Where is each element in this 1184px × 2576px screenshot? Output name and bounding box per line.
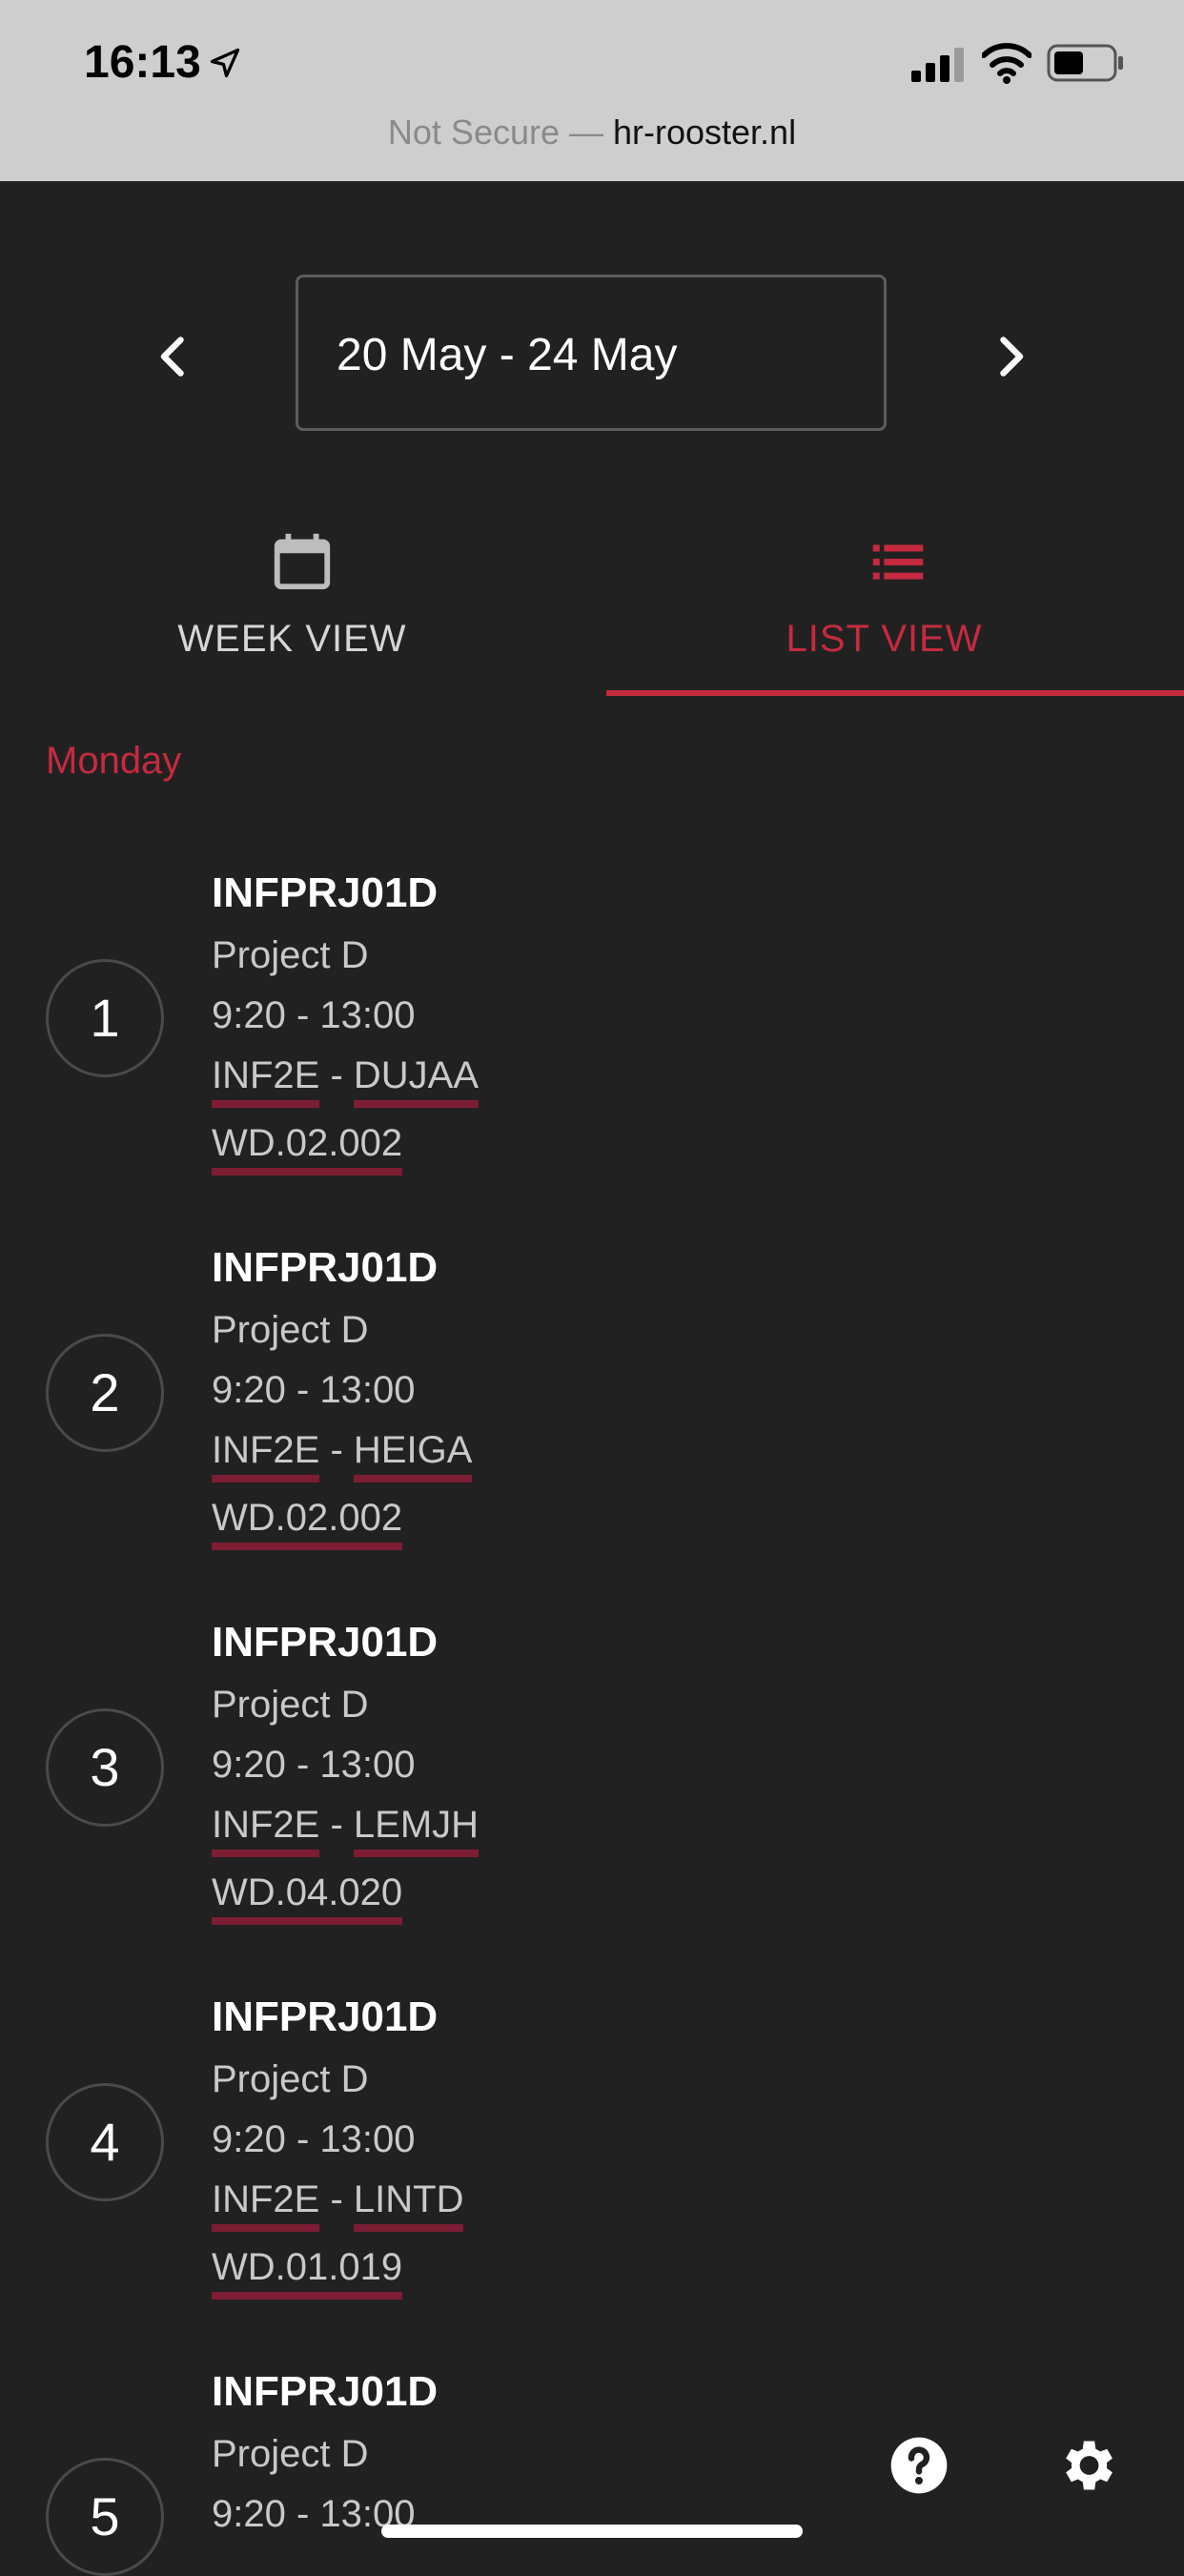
url-security-label: Not Secure — (387, 112, 613, 152)
lesson-groups: INF2E - LINTD (212, 2178, 464, 2232)
list-item: 3 INFPRJ01D Project D 9:20 - 13:00 INF2E… (0, 1619, 1184, 1993)
lesson-groups: INF2E - LEMJH (212, 1804, 480, 1857)
location-arrow-icon (210, 48, 240, 78)
url-host: hr-rooster.nl (613, 112, 797, 152)
group-separator: - (319, 1429, 354, 1471)
lesson-title: Project D (212, 2433, 369, 2475)
list-item: 4 INFPRJ01D Project D 9:20 - 13:00 INF2E… (0, 1993, 1184, 2367)
date-range-field[interactable]: 20 May - 24 May (296, 275, 887, 431)
tab-week-view[interactable]: WEEK VIEW (0, 515, 592, 698)
room-link[interactable]: WD.04.020 (212, 1871, 403, 1925)
teacher-link[interactable]: DUJAA (353, 1054, 480, 1108)
chevron-right-icon[interactable] (982, 328, 1039, 385)
lesson-title: Project D (212, 2058, 369, 2100)
class-link[interactable]: INF2E (212, 2178, 320, 2232)
lesson-code: INFPRJ01D (212, 1244, 439, 1291)
lesson-time: 9:20 - 13:00 (212, 1744, 416, 1786)
battery-icon (1047, 44, 1123, 82)
signal-icon (911, 48, 964, 82)
room-link[interactable]: WD.01.019 (212, 2246, 403, 2300)
tab-list-label: LIST VIEW (786, 618, 983, 660)
help-icon[interactable] (888, 2435, 949, 2496)
lesson-number-badge: 4 (46, 2083, 164, 2201)
list-icon (872, 544, 924, 580)
lesson-time: 9:20 - 13:00 (212, 1369, 416, 1411)
class-link[interactable]: INF2E (212, 1054, 320, 1108)
gear-icon[interactable] (1054, 2433, 1119, 2498)
date-navigation: 20 May - 24 May (0, 275, 1184, 437)
wifi-icon (982, 43, 1031, 84)
room-link[interactable]: WD.02.002 (212, 1497, 403, 1550)
calendar-icon (274, 533, 331, 590)
group-separator: - (319, 1804, 354, 1846)
status-bar: 16:13 Not Secure — hr-rooster.nl (0, 0, 1184, 181)
status-time: 16:13 (84, 37, 201, 88)
class-link[interactable]: INF2E (212, 1804, 320, 1857)
lesson-number-badge: 3 (46, 1708, 164, 1827)
lesson-room: WD.02.002 (212, 1497, 403, 1550)
lesson-room: WD.04.020 (212, 1871, 403, 1925)
lesson-number-badge: 5 (46, 2458, 164, 2576)
lesson-number-badge: 2 (46, 1334, 164, 1452)
lesson-code: INFPRJ01D (212, 2368, 439, 2415)
class-link[interactable]: INF2E (212, 1429, 320, 1482)
lesson-code: INFPRJ01D (212, 1993, 439, 2040)
view-tabs: WEEK VIEW LIST VIEW (0, 515, 1184, 698)
teacher-link[interactable]: LINTD (353, 2178, 464, 2232)
lesson-code: INFPRJ01D (212, 1619, 439, 1666)
list-item: 1 INFPRJ01D Project D 9:20 - 13:00 INF2E… (0, 869, 1184, 1243)
lesson-title: Project D (212, 1684, 369, 1726)
lesson-groups: INF2E - DUJAA (212, 1054, 480, 1108)
lesson-number-badge: 1 (46, 959, 164, 1077)
lesson-time: 9:20 - 13:00 (212, 2118, 416, 2160)
lesson-room: WD.02.002 (212, 1122, 403, 1176)
lesson-groups: INF2E - HEIGA (212, 1429, 473, 1482)
lesson-title: Project D (212, 1309, 369, 1351)
chevron-left-icon[interactable] (145, 328, 202, 385)
lesson-title: Project D (212, 934, 369, 976)
list-item: 2 INFPRJ01D Project D 9:20 - 13:00 INF2E… (0, 1244, 1184, 1618)
day-heading: Monday (46, 740, 182, 782)
room-link[interactable]: WD.02.002 (212, 1122, 403, 1176)
date-range-text: 20 May - 24 May (337, 330, 678, 380)
lesson-time: 9:20 - 13:00 (212, 994, 416, 1036)
tab-week-label: WEEK VIEW (177, 618, 407, 660)
tab-list-view[interactable]: LIST VIEW (592, 515, 1184, 698)
group-separator: - (319, 2178, 354, 2220)
teacher-link[interactable]: LEMJH (353, 1804, 480, 1857)
home-indicator[interactable] (381, 2525, 803, 2538)
teacher-link[interactable]: HEIGA (353, 1429, 473, 1482)
active-tab-indicator (606, 690, 1184, 696)
group-separator: - (319, 1054, 354, 1096)
lesson-room: WD.01.019 (212, 2246, 403, 2300)
url-bar[interactable]: Not Secure — hr-rooster.nl (0, 112, 1184, 153)
lesson-code: INFPRJ01D (212, 869, 439, 916)
